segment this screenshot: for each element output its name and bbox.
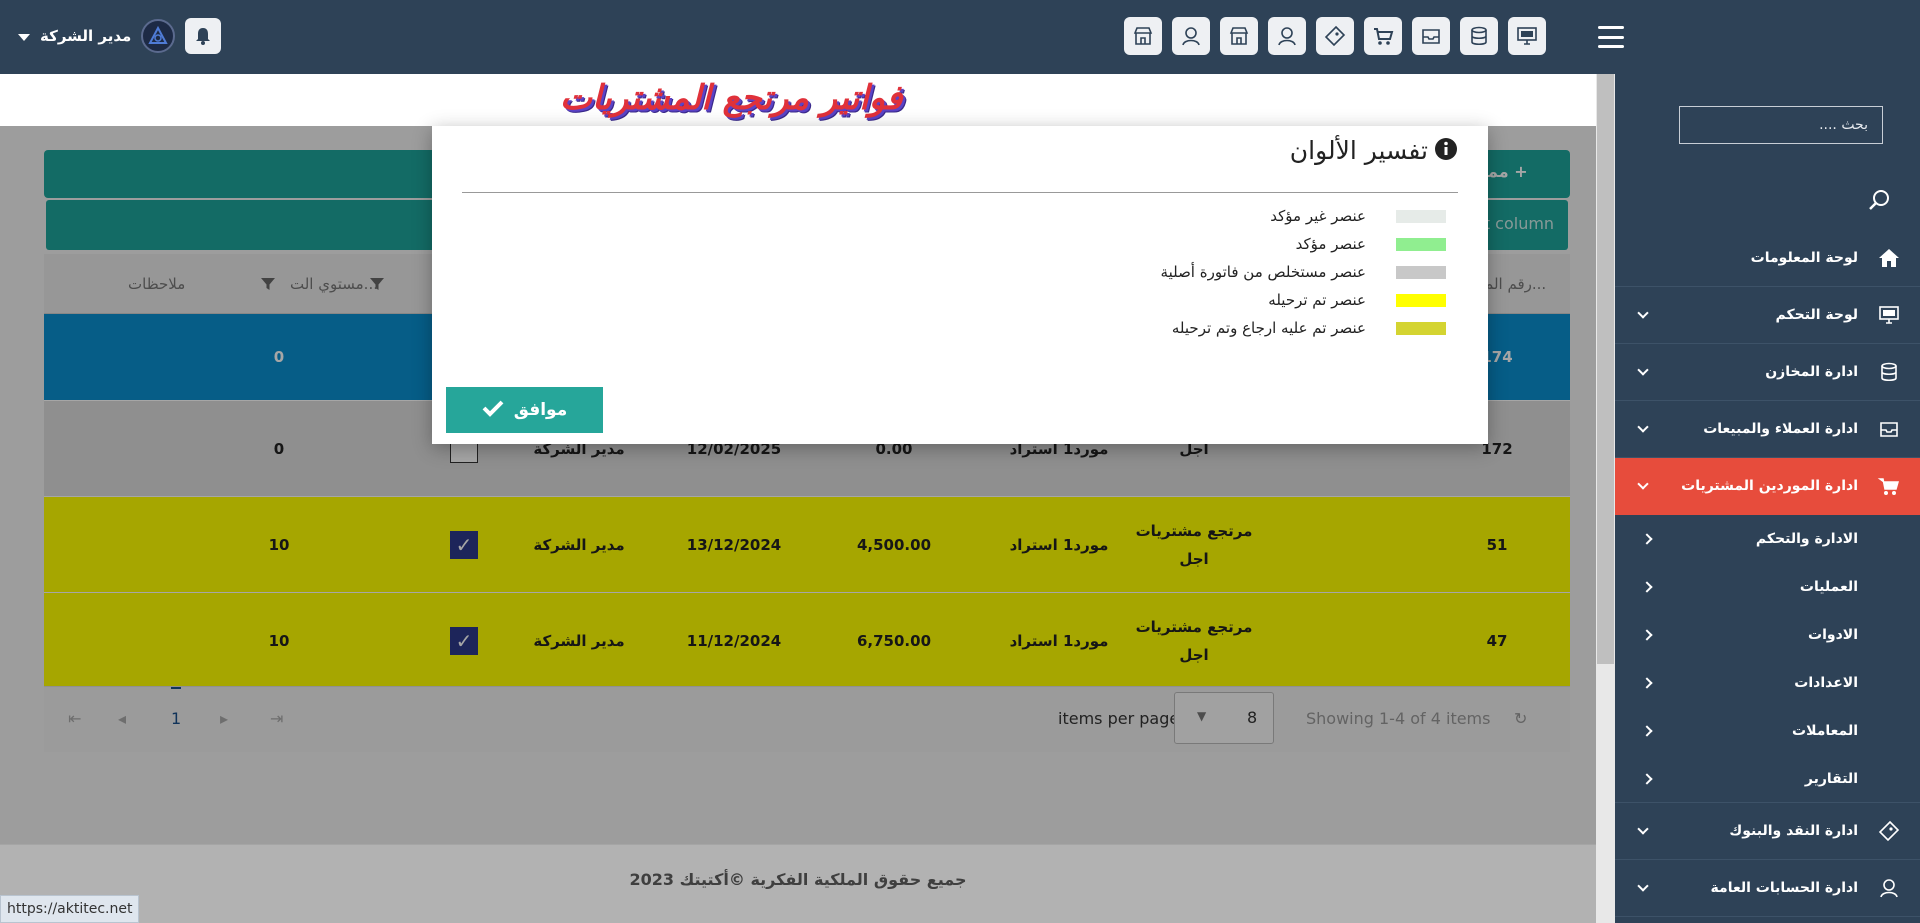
ticket-icon[interactable] <box>1316 17 1354 55</box>
check-icon <box>482 399 504 422</box>
legend-swatch <box>1396 209 1446 223</box>
sidebar-item-label: ادارة العملاء والمبيعات <box>1703 421 1858 437</box>
sidebar-item-warehouses[interactable]: ادارة المخازن <box>1615 344 1920 401</box>
color-legend-modal: تفسير الألوان عنصر غير مؤكد عنصر مؤكد عنصر… <box>432 126 1488 444</box>
top-bar: مدير الشركة <box>0 0 1920 74</box>
legend-item: عنصر تم ترحيله <box>1161 286 1446 314</box>
search-icon[interactable] <box>1867 188 1891 216</box>
cart-icon[interactable] <box>1364 17 1402 55</box>
legend-label: عنصر تم عليه ارجاع وتم ترحيله <box>1171 319 1366 337</box>
legend-item: عنصر مؤكد <box>1161 230 1446 258</box>
hamburger-menu-icon[interactable] <box>1598 26 1624 48</box>
sidebar-subitem-transactions[interactable]: المعاملات <box>1615 707 1920 755</box>
modal-title: تفسير الألوان <box>1289 136 1428 165</box>
sidebar-item-customers-sales[interactable]: ادارة العملاء والمبيعات <box>1615 401 1920 458</box>
sidebar-subitem-tools[interactable]: الادوات <box>1615 611 1920 659</box>
user-icon <box>1876 877 1902 899</box>
database-icon[interactable] <box>1460 17 1498 55</box>
legend-label: عنصر غير مؤكد <box>1270 207 1366 225</box>
sidebar-item-label: ادارة الحسابات العامة <box>1710 880 1858 896</box>
user-menu[interactable]: مدير الشركة <box>18 18 222 54</box>
sidebar-subitem-reports[interactable]: التقارير <box>1615 755 1920 803</box>
legend-swatch <box>1396 265 1446 279</box>
database-icon <box>1876 361 1902 383</box>
user-icon[interactable] <box>1268 17 1306 55</box>
sidebar-subitem-settings[interactable]: الاعدادات <box>1615 659 1920 707</box>
sidebar-subitem-management[interactable]: الادارة والتحكم <box>1615 515 1920 563</box>
info-icon <box>1434 137 1458 165</box>
legend-label: عنصر تم ترحيله <box>1268 291 1366 309</box>
legend-swatch <box>1396 237 1446 251</box>
monitor-icon <box>1876 304 1902 326</box>
company-logo <box>141 19 176 53</box>
legend-item: عنصر غير مؤكد <box>1161 202 1446 230</box>
monitor-icon[interactable] <box>1508 17 1546 55</box>
legend-label: عنصر مستخلص من فاتورة أصلية <box>1160 263 1366 281</box>
inbox-icon[interactable] <box>1412 17 1450 55</box>
sidebar-item-label: ادارة النقد والبنوك <box>1729 823 1858 839</box>
sidebar-subitem-operations[interactable]: العمليات <box>1615 563 1920 611</box>
sidebar-subitem-label: العمليات <box>1799 579 1858 595</box>
quick-tools <box>1124 17 1546 55</box>
home-icon <box>1876 248 1902 268</box>
modal-backdrop-footer[interactable] <box>0 844 1596 923</box>
sidebar-item-label: لوحة التحكم <box>1775 307 1858 323</box>
caret-down-icon[interactable] <box>18 34 30 41</box>
cart-icon <box>1876 475 1902 497</box>
status-bar-url: https://aktitec.net <box>0 895 140 923</box>
scrollbar-thumb[interactable] <box>1597 74 1614 664</box>
user-icon[interactable] <box>1172 17 1210 55</box>
page-title: فواتير مرتجع المشتريات <box>560 78 903 118</box>
bell-icon[interactable] <box>185 18 222 54</box>
sidebar-item-suppliers-purchases[interactable]: ادارة الموردين المشتريات <box>1615 458 1920 515</box>
sidebar-item-general-accounts[interactable]: ادارة الحسابات العامة <box>1615 860 1920 917</box>
legend-swatch <box>1396 321 1446 335</box>
user-name[interactable]: مدير الشركة <box>40 27 131 45</box>
sidebar-subitem-label: التقارير <box>1804 770 1858 787</box>
color-legend-list: عنصر غير مؤكد عنصر مؤكد عنصر مستخلص من فات… <box>1161 202 1446 342</box>
legend-item: عنصر تم عليه ارجاع وتم ترحيله <box>1161 314 1446 342</box>
inbox-icon <box>1876 418 1902 440</box>
ok-button[interactable]: موافق <box>446 387 603 433</box>
store-icon[interactable] <box>1220 17 1258 55</box>
sidebar-item-label: لوحة المعلومات <box>1750 250 1858 266</box>
sidebar-item-label: ادارة الموردين المشتريات <box>1681 478 1858 494</box>
sidebar-subitem-label: الاعدادات <box>1794 675 1858 691</box>
legend-item: عنصر مستخلص من فاتورة أصلية <box>1161 258 1446 286</box>
sidebar-subitem-label: الادارة والتحكم <box>1755 531 1858 547</box>
sidebar-item-dashboard[interactable]: لوحة المعلومات <box>1615 230 1920 287</box>
sidebar: لوحة المعلومات لوحة التحكم ادارة المخازن… <box>1615 74 1920 923</box>
modal-header: تفسير الألوان <box>1290 136 1458 165</box>
sidebar-subitem-label: المعاملات <box>1792 723 1858 739</box>
legend-swatch <box>1396 293 1446 307</box>
sidebar-item-control-panel[interactable]: لوحة التحكم <box>1615 287 1920 344</box>
sidebar-search-input[interactable] <box>1679 106 1883 144</box>
store-icon[interactable] <box>1124 17 1162 55</box>
ok-button-label: موافق <box>513 400 568 420</box>
sidebar-item-label: ادارة المخازن <box>1765 364 1858 380</box>
sidebar-subitem-label: الادوات <box>1808 627 1858 643</box>
ticket-icon <box>1876 820 1902 842</box>
legend-label: عنصر مؤكد <box>1295 235 1366 253</box>
sidebar-item-cash-banks[interactable]: ادارة النقد والبنوك <box>1615 803 1920 860</box>
modal-divider <box>462 192 1458 193</box>
